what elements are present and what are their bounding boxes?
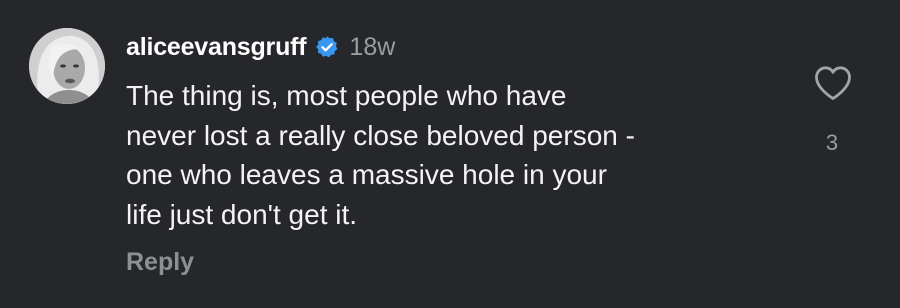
reply-button[interactable]: Reply	[126, 248, 194, 277]
username-link[interactable]: aliceevansgruff	[126, 33, 307, 62]
like-button[interactable]	[813, 64, 853, 102]
comment-item: aliceevansgruff 18w The thing is, most p…	[0, 0, 900, 308]
avatar-image	[29, 28, 105, 104]
comment-text: The thing is, most people who have never…	[126, 76, 786, 234]
like-count: 3	[825, 130, 839, 155]
heart-icon	[815, 66, 851, 100]
comment-text-line: one who leaves a massive hole in your	[126, 159, 607, 190]
comment-header: aliceevansgruff 18w	[126, 30, 395, 64]
comment-text-line: life just don't get it.	[126, 198, 358, 230]
comment-text-line: The thing is, most people who have	[126, 80, 567, 111]
verified-badge-icon	[315, 35, 339, 59]
avatar[interactable]	[29, 28, 105, 104]
comment-text-line: never lost a really close beloved person…	[126, 119, 635, 151]
comment-timestamp: 18w	[349, 32, 396, 61]
